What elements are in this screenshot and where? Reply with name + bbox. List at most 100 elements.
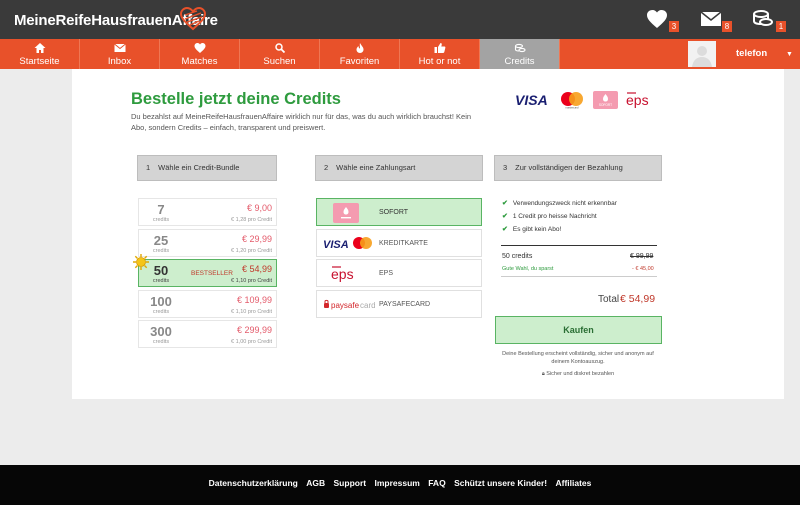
billing-note: Deine Bestellung erscheint vollständig, … — [502, 351, 654, 365]
bundle-unit: credits — [152, 248, 170, 254]
bundle-option-25[interactable]: 25 credits € 29,99 € 1,20 pro Credit — [138, 229, 277, 257]
nav-item-hot-or-not[interactable]: Hot or not — [400, 39, 480, 69]
nav-item-suchen[interactable]: Suchen — [240, 39, 320, 69]
svg-text:card: card — [360, 301, 375, 310]
step-label: Wähle eine Zahlungsart — [336, 163, 416, 172]
check-icon: ✔ — [502, 213, 508, 220]
feature-text: 1 Credit pro heisse Nachricht — [512, 213, 597, 220]
bundle-price: € 54,99 — [241, 264, 272, 274]
bundle-unit: credits — [152, 278, 170, 284]
sofort-logo-text: SOFORT — [599, 103, 612, 107]
nav-item-matches[interactable]: Matches — [160, 39, 240, 69]
footer-link-faq[interactable]: FAQ — [428, 478, 445, 488]
visa-mastercard-icon: VISA — [323, 237, 372, 251]
footer-link-agb[interactable]: AGB — [306, 478, 325, 488]
eps-icon: eps — [331, 266, 354, 282]
footer-link-kinderschutz[interactable]: Schützt unsere Kinder! — [454, 478, 547, 488]
mastercard-logo-text: mastercard — [566, 106, 580, 110]
step-2-header: 2 Wähle eine Zahlungsart — [315, 155, 483, 181]
bundle-option-300[interactable]: 300 credits € 299,99 € 1,00 pro Credit — [138, 320, 277, 348]
payment-method-sofort[interactable]: SOFORT — [316, 198, 482, 226]
page-intro: Du bezahlst auf MeineReifeHausfrauenAffa… — [131, 112, 472, 132]
check-icon: ✔ — [502, 226, 508, 233]
paysafecard-icon: paysafe card — [324, 299, 375, 310]
heart-icon — [194, 43, 205, 53]
step-number: 1 — [146, 163, 151, 172]
nav-label: Inbox — [107, 56, 132, 67]
envelope-icon[interactable] — [700, 9, 722, 29]
buy-button[interactable]: Kaufen — [495, 316, 662, 344]
bundle-per-credit: € 1,00 pro Credit — [231, 339, 272, 345]
bundle-amount: 100 — [150, 294, 172, 309]
chevron-down-icon[interactable]: ▼ — [786, 51, 793, 58]
bundle-price: € 9,00 — [246, 203, 272, 213]
bundle-option-7[interactable]: 7 credits € 9,00 € 1,28 pro Credit — [138, 198, 277, 226]
payment-method-label: SOFORT — [379, 209, 409, 216]
mastercard-logo: mastercard — [561, 92, 583, 110]
nav-item-credits[interactable]: Credits — [480, 39, 560, 69]
payment-method-creditcard[interactable]: VISA KREDITKARTE — [316, 229, 482, 257]
total-price: € 54,99 — [620, 293, 656, 305]
summary-old-price: € 99,99 — [630, 253, 654, 260]
messages-count-badge: 8 — [722, 21, 732, 32]
step-number: 3 — [503, 163, 508, 172]
user-menu[interactable]: telefon ▼ — [686, 39, 800, 69]
nav-label: Hot or not — [418, 56, 461, 67]
footer-link-support[interactable]: Support — [334, 478, 367, 488]
bestseller-sun-icon — [133, 254, 149, 270]
coins-icon — [514, 43, 525, 53]
svg-text:paysafe: paysafe — [331, 301, 360, 310]
step-1-header: 1 Wähle ein Credit-Bundle — [137, 155, 277, 181]
avatar-placeholder-icon — [688, 41, 716, 67]
total-label: Total — [598, 294, 620, 305]
visa-logo: VISA — [515, 92, 548, 108]
bundle-option-50[interactable]: 50 credits BESTSELLER € 54,99 € 1,10 pro… — [138, 259, 277, 287]
username-label[interactable]: telefon — [736, 48, 767, 59]
feature-item: ✔ Verwendungszweck nicht erkennbar — [502, 199, 617, 207]
thumbs-up-icon — [434, 43, 445, 53]
eps-logo: eps — [626, 92, 649, 108]
bundle-per-credit: € 1,28 pro Credit — [231, 217, 272, 223]
feature-item: ✔ Es gibt kein Abo! — [502, 225, 561, 233]
footer-link-datenschutz[interactable]: Datenschutzerklärung — [209, 478, 298, 488]
nav-item-favoriten[interactable]: Favoriten — [320, 39, 400, 69]
likes-count-badge: 3 — [669, 21, 679, 32]
payment-method-eps[interactable]: eps EPS — [316, 259, 482, 287]
coins-icon[interactable] — [752, 9, 774, 29]
nav-item-startseite[interactable]: Startseite — [0, 39, 80, 69]
check-icon: ✔ — [502, 200, 508, 207]
feature-text: Es gibt kein Abo! — [512, 226, 562, 233]
footer-link-affiliates[interactable]: Affiliates — [555, 478, 591, 488]
nav-label: Startseite — [19, 56, 60, 67]
bundle-price: € 109,99 — [236, 295, 272, 305]
avatar[interactable] — [688, 41, 716, 67]
summary-savings-label: Gute Wahl, du sparst — [502, 266, 554, 272]
main-nav: Startseite Inbox Matches Suchen Favorite… — [0, 39, 800, 69]
bundle-option-100[interactable]: 100 credits € 109,99 € 1,10 pro Credit — [138, 290, 277, 318]
summary-credits: 50 credits — [502, 253, 533, 260]
footer-link-impressum[interactable]: Impressum — [374, 478, 419, 488]
payment-method-label: KREDITKARTE — [379, 240, 428, 247]
step-3-header: 3 Zur vollständigen der Bezahlung — [494, 155, 662, 181]
bundle-unit: credits — [152, 309, 170, 315]
secure-payment-note: 🔒︎ Sicher und diskret bezahlen — [502, 371, 654, 378]
svg-text:eps: eps — [331, 266, 354, 282]
bundle-amount: 300 — [150, 324, 172, 339]
payment-method-paysafecard[interactable]: paysafe card PAYSAFECARD — [316, 290, 482, 318]
heart-icon[interactable] — [646, 9, 668, 29]
nav-label: Credits — [504, 56, 535, 67]
divider — [501, 276, 657, 277]
feature-item: ✔ 1 Credit pro heisse Nachricht — [502, 212, 597, 220]
search-icon — [274, 43, 285, 53]
envelope-icon — [114, 43, 125, 52]
sofort-icon — [333, 203, 359, 223]
bundle-amount: 25 — [153, 233, 169, 248]
visa-logo-text: VISA — [515, 92, 548, 108]
bundle-per-credit: € 1,20 pro Credit — [231, 248, 272, 254]
nav-item-inbox[interactable]: Inbox — [80, 39, 160, 69]
lock-icon: 🔒︎ — [541, 371, 545, 377]
bundle-per-credit: € 1,10 pro Credit — [231, 309, 272, 315]
credits-count-badge: 1 — [776, 21, 786, 32]
bundle-amount: 50 — [153, 263, 169, 278]
bundle-per-credit: € 1,10 pro Credit — [231, 278, 272, 284]
